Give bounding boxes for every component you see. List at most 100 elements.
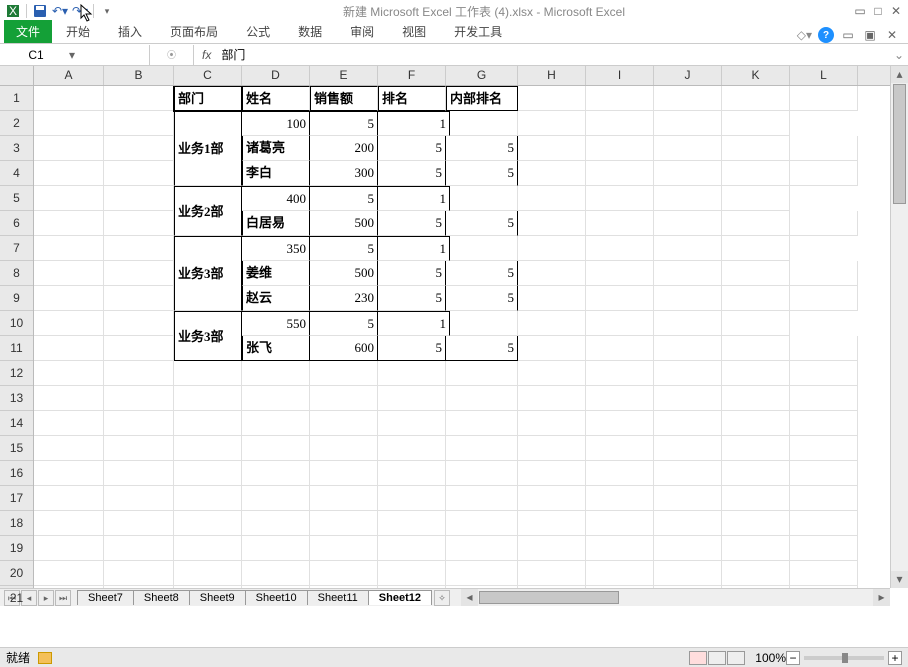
formula-expand-icon[interactable]: ⌄ — [890, 48, 908, 62]
tab-数据[interactable]: 数据 — [284, 20, 336, 43]
cell-B18[interactable] — [104, 511, 174, 536]
row-header-17[interactable]: 17 — [0, 486, 33, 511]
cell-D11[interactable]: 张飞 — [242, 336, 310, 361]
cell-I15[interactable] — [586, 436, 654, 461]
cell-A11[interactable] — [34, 336, 104, 361]
cell-H7[interactable] — [450, 236, 518, 261]
cell-J7[interactable] — [586, 236, 654, 261]
scroll-up-icon[interactable]: ▴ — [891, 66, 908, 83]
cell-C20[interactable] — [174, 561, 242, 586]
cell-A8[interactable] — [34, 261, 104, 286]
cell-G2[interactable]: 1 — [378, 111, 450, 136]
cell-A2[interactable] — [34, 111, 104, 136]
tab-开始[interactable]: 开始 — [52, 20, 104, 43]
cell-A4[interactable] — [34, 161, 104, 186]
cell-J13[interactable] — [654, 386, 722, 411]
new-sheet-icon[interactable]: ✧ — [434, 590, 450, 606]
normal-view-icon[interactable] — [689, 651, 707, 665]
cell-H1[interactable] — [518, 86, 586, 111]
sheet-tab-Sheet8[interactable]: Sheet8 — [133, 590, 190, 605]
cell-H5[interactable] — [450, 186, 518, 211]
zoom-in-icon[interactable]: + — [888, 651, 902, 665]
close-button[interactable]: ✕ — [888, 3, 904, 19]
cell-L6[interactable] — [790, 211, 858, 236]
cell-H14[interactable] — [518, 411, 586, 436]
cell-L16[interactable] — [790, 461, 858, 486]
cell-B6[interactable] — [104, 211, 174, 236]
row-header-20[interactable]: 20 — [0, 561, 33, 586]
name-box-input[interactable] — [6, 48, 66, 62]
col-header-D[interactable]: D — [242, 66, 310, 85]
cell-L14[interactable] — [790, 411, 858, 436]
cell-L11[interactable] — [790, 336, 858, 361]
cell-H3[interactable] — [518, 136, 586, 161]
sheet-tab-Sheet7[interactable]: Sheet7 — [77, 590, 134, 605]
ribbon-minimize-icon[interactable]: ▭ — [840, 27, 856, 43]
maximize-button[interactable]: □ — [870, 3, 886, 19]
col-header-I[interactable]: I — [586, 66, 654, 85]
cell-C1[interactable]: 部门 — [174, 86, 242, 111]
cell-H13[interactable] — [518, 386, 586, 411]
cell-G7[interactable]: 1 — [378, 236, 450, 261]
cell-H4[interactable] — [518, 161, 586, 186]
cell-C13[interactable] — [174, 386, 242, 411]
file-tab[interactable]: 文件 — [4, 20, 52, 43]
cell-D8[interactable]: 姜维 — [242, 261, 310, 286]
cell-L17[interactable] — [790, 486, 858, 511]
cell-A3[interactable] — [34, 136, 104, 161]
cell-E13[interactable] — [310, 386, 378, 411]
cell-G3[interactable]: 5 — [446, 136, 518, 161]
cell-J6[interactable] — [654, 211, 722, 236]
cell-I3[interactable] — [586, 136, 654, 161]
zoom-level[interactable]: 100% — [755, 651, 786, 665]
cell-G19[interactable] — [446, 536, 518, 561]
page-layout-view-icon[interactable] — [708, 651, 726, 665]
zoom-thumb[interactable] — [842, 653, 848, 663]
scroll-down-icon[interactable]: ▾ — [891, 571, 908, 588]
row-header-1[interactable]: 1 — [0, 86, 33, 111]
cell-I16[interactable] — [586, 461, 654, 486]
cell-A9[interactable] — [34, 286, 104, 311]
tab-next-icon[interactable]: ▸ — [38, 590, 54, 606]
cell-E7[interactable]: 350 — [242, 236, 310, 261]
cell-K5[interactable] — [654, 186, 722, 211]
cell-B13[interactable] — [104, 386, 174, 411]
cell-D12[interactable] — [242, 361, 310, 386]
cell-I13[interactable] — [586, 386, 654, 411]
cell-H6[interactable] — [518, 211, 586, 236]
sheet-tab-Sheet9[interactable]: Sheet9 — [189, 590, 246, 605]
cell-K16[interactable] — [722, 461, 790, 486]
cell-J15[interactable] — [654, 436, 722, 461]
cell-D16[interactable] — [242, 461, 310, 486]
cell-E15[interactable] — [310, 436, 378, 461]
cell-G15[interactable] — [446, 436, 518, 461]
cell-H19[interactable] — [518, 536, 586, 561]
macro-record-icon[interactable] — [38, 652, 52, 664]
cell-K8[interactable] — [722, 261, 790, 286]
cell-F1[interactable]: 排名 — [378, 86, 446, 111]
cell-I8[interactable] — [586, 261, 654, 286]
cell-A17[interactable] — [34, 486, 104, 511]
cell-J2[interactable] — [586, 111, 654, 136]
ribbon-close-icon[interactable]: ✕ — [884, 27, 900, 43]
cell-A12[interactable] — [34, 361, 104, 386]
cell-E4[interactable]: 300 — [310, 161, 378, 186]
cell-L10[interactable] — [722, 311, 790, 336]
tab-页面布局[interactable]: 页面布局 — [156, 20, 232, 43]
cell-J19[interactable] — [654, 536, 722, 561]
cell-K17[interactable] — [722, 486, 790, 511]
cell-C12[interactable] — [174, 361, 242, 386]
cell-E6[interactable]: 500 — [310, 211, 378, 236]
cell-L13[interactable] — [790, 386, 858, 411]
cell-C14[interactable] — [174, 411, 242, 436]
tab-视图[interactable]: 视图 — [388, 20, 440, 43]
col-header-E[interactable]: E — [310, 66, 378, 85]
cell-I18[interactable] — [586, 511, 654, 536]
tab-开发工具[interactable]: 开发工具 — [440, 20, 516, 43]
cell-A6[interactable] — [34, 211, 104, 236]
col-header-J[interactable]: J — [654, 66, 722, 85]
cell-D4[interactable]: 李白 — [242, 161, 310, 186]
cell-B11[interactable] — [104, 336, 174, 361]
cell-H15[interactable] — [518, 436, 586, 461]
cell-E12[interactable] — [310, 361, 378, 386]
